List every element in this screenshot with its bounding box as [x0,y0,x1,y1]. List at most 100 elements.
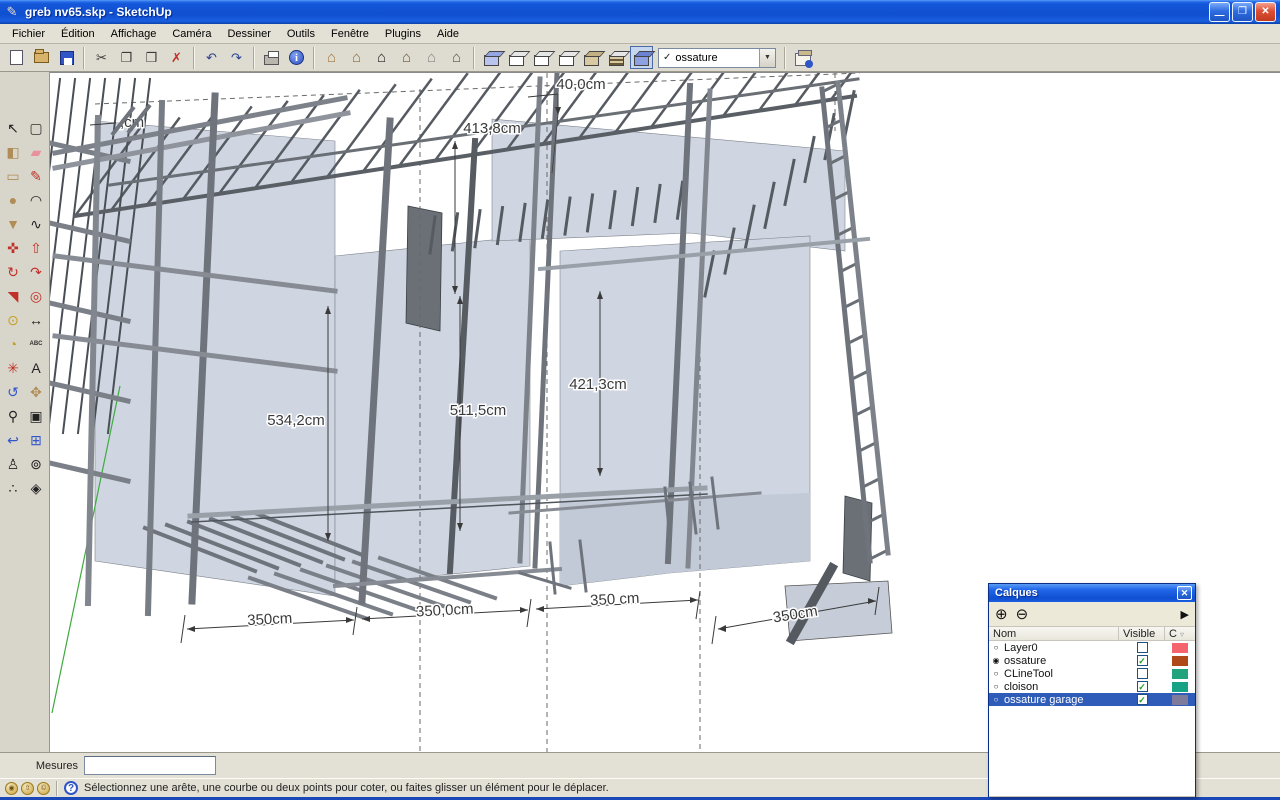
visible-checkbox[interactable]: ✓ [1136,694,1148,705]
zoom-extents-tool[interactable]: ⊞ [25,428,48,452]
text3d-tool[interactable]: A [25,356,48,380]
restore-button[interactable]: ❐ [1232,2,1253,22]
layer-radio[interactable]: ○ [989,682,1003,691]
combo-dropdown-button[interactable]: ▼ [759,48,775,67]
dimension-tool[interactable]: ↔ [25,308,48,332]
pushpull-tool[interactable]: ⇧ [25,236,48,260]
look-around-tool[interactable]: ⊚ [25,452,48,476]
copy-button[interactable]: ❐ [115,46,138,69]
line-tool[interactable]: ✎ [25,164,48,188]
view-front-button[interactable]: ⌂ [370,46,393,69]
eraser-tool[interactable]: ▰ [25,140,48,164]
view-right-button[interactable]: ⌂ [395,46,418,69]
column-header-visible[interactable]: Visible [1119,627,1165,640]
zoom-tool[interactable]: ⚲ [2,404,25,428]
model-info-button[interactable]: i [285,46,308,69]
style-monochrome-button[interactable] [630,46,653,69]
status-coin-icon[interactable]: ◉ [5,781,18,795]
layer-row-layer0[interactable]: ○ Layer0 [989,641,1195,654]
column-header-color[interactable]: C ▿ [1165,627,1195,640]
rotate-tool[interactable]: ↻ [2,260,25,284]
layer-row-cloison[interactable]: ○ cloison ✓ [989,680,1195,693]
scale-tool[interactable]: ◥ [2,284,25,308]
offset-tool[interactable]: ◎ [25,284,48,308]
walk-tool[interactable]: ∴ [2,476,25,500]
column-header-nom[interactable]: Nom [989,627,1119,640]
menu-fichier[interactable]: Fichier [4,26,53,42]
menu-edition[interactable]: Édition [53,26,103,42]
add-layer-button[interactable]: ⊕ [995,605,1008,623]
layer-radio[interactable]: ○ [989,643,1003,652]
layer-radio[interactable]: ◉ [989,656,1003,665]
delete-button[interactable]: ✗ [165,46,188,69]
view-top-button[interactable]: ⌂ [345,46,368,69]
tape-measure-tool[interactable]: ⊙ [2,308,25,332]
layer-color-swatch[interactable] [1172,655,1188,666]
remove-layer-button[interactable]: ⊖ [1016,605,1029,623]
layer-combobox[interactable]: ✓ ossature ▼ [658,47,776,68]
orbit-tool[interactable]: ↺ [2,380,25,404]
layer-radio[interactable]: ○ [989,669,1003,678]
open-button[interactable] [30,46,53,69]
save-button[interactable] [55,46,78,69]
style-xray-button[interactable] [480,46,503,69]
polygon-tool[interactable]: ▼ [2,212,25,236]
print-button[interactable] [260,46,283,69]
select-tool[interactable]: ↖ [2,116,25,140]
menu-aide[interactable]: Aide [429,26,467,42]
measurements-input[interactable] [84,756,216,775]
paste-button[interactable]: ❒ [140,46,163,69]
layer-row-ossature-garage[interactable]: ○ ossature garage ✓ [989,693,1195,706]
text-tool[interactable]: ABC [25,332,48,356]
layers-dialog-close-button[interactable]: ✕ [1177,586,1192,600]
layer-row-ossature[interactable]: ◉ ossature ✓ [989,654,1195,667]
visible-checkbox[interactable] [1136,642,1148,653]
style-hiddenline-button[interactable] [530,46,553,69]
layer-color-swatch[interactable] [1172,642,1188,653]
freehand-tool[interactable]: ∿ [25,212,48,236]
menu-plugins[interactable]: Plugins [377,26,429,42]
layers-dialog-titlebar[interactable]: Calques ✕ [989,584,1195,602]
menu-fenetre[interactable]: Fenêtre [323,26,377,42]
new-button[interactable] [5,46,28,69]
visible-checkbox[interactable]: ✓ [1136,655,1148,666]
status-coin-icon[interactable]: ⇧ [21,781,34,795]
undo-button[interactable]: ↶ [200,46,223,69]
visible-checkbox[interactable]: ✓ [1136,681,1148,692]
style-shaded2-button[interactable] [580,46,603,69]
paint-tool[interactable]: ◧ [2,140,25,164]
position-camera-tool[interactable]: ♙ [2,452,25,476]
layer-color-swatch[interactable] [1172,694,1188,705]
followme-tool[interactable]: ↷ [25,260,48,284]
close-button[interactable]: ✕ [1255,2,1276,22]
pan-tool[interactable]: ✥ [25,380,48,404]
protractor-tool[interactable]: ◔ [2,332,25,356]
layer-row-clinetool[interactable]: ○ CLineTool [989,667,1195,680]
zoom-previous-tool[interactable]: ↩ [2,428,25,452]
menu-affichage[interactable]: Affichage [103,26,165,42]
style-wireframe-button[interactable] [505,46,528,69]
zoom-window-tool[interactable]: ▣ [25,404,48,428]
visible-checkbox[interactable] [1136,668,1148,679]
menu-outils[interactable]: Outils [279,26,323,42]
move-tool[interactable]: ✜ [2,236,25,260]
menu-dessiner[interactable]: Dessiner [219,26,278,42]
view-iso-button[interactable]: ⌂ [320,46,343,69]
component-tool[interactable]: ▢ [25,116,48,140]
status-coin-icon[interactable]: © [37,781,50,795]
layer-radio[interactable]: ○ [989,695,1003,704]
layer-color-swatch[interactable] [1172,681,1188,692]
section-plane-tool[interactable]: ◈ [25,476,48,500]
redo-button[interactable]: ↷ [225,46,248,69]
style-textured-button[interactable] [605,46,628,69]
layer-color-swatch[interactable] [1172,668,1188,679]
style-shaded-button[interactable] [555,46,578,69]
view-left-button[interactable]: ⌂ [445,46,468,69]
view-back-button[interactable]: ⌂ [420,46,443,69]
minimize-button[interactable]: — [1209,2,1230,22]
axes-tool[interactable]: ✳ [2,356,25,380]
arc-tool[interactable]: ◠ [25,188,48,212]
rectangle-tool[interactable]: ▭ [2,164,25,188]
cut-button[interactable]: ✂ [90,46,113,69]
help-icon[interactable]: ? [64,781,78,795]
